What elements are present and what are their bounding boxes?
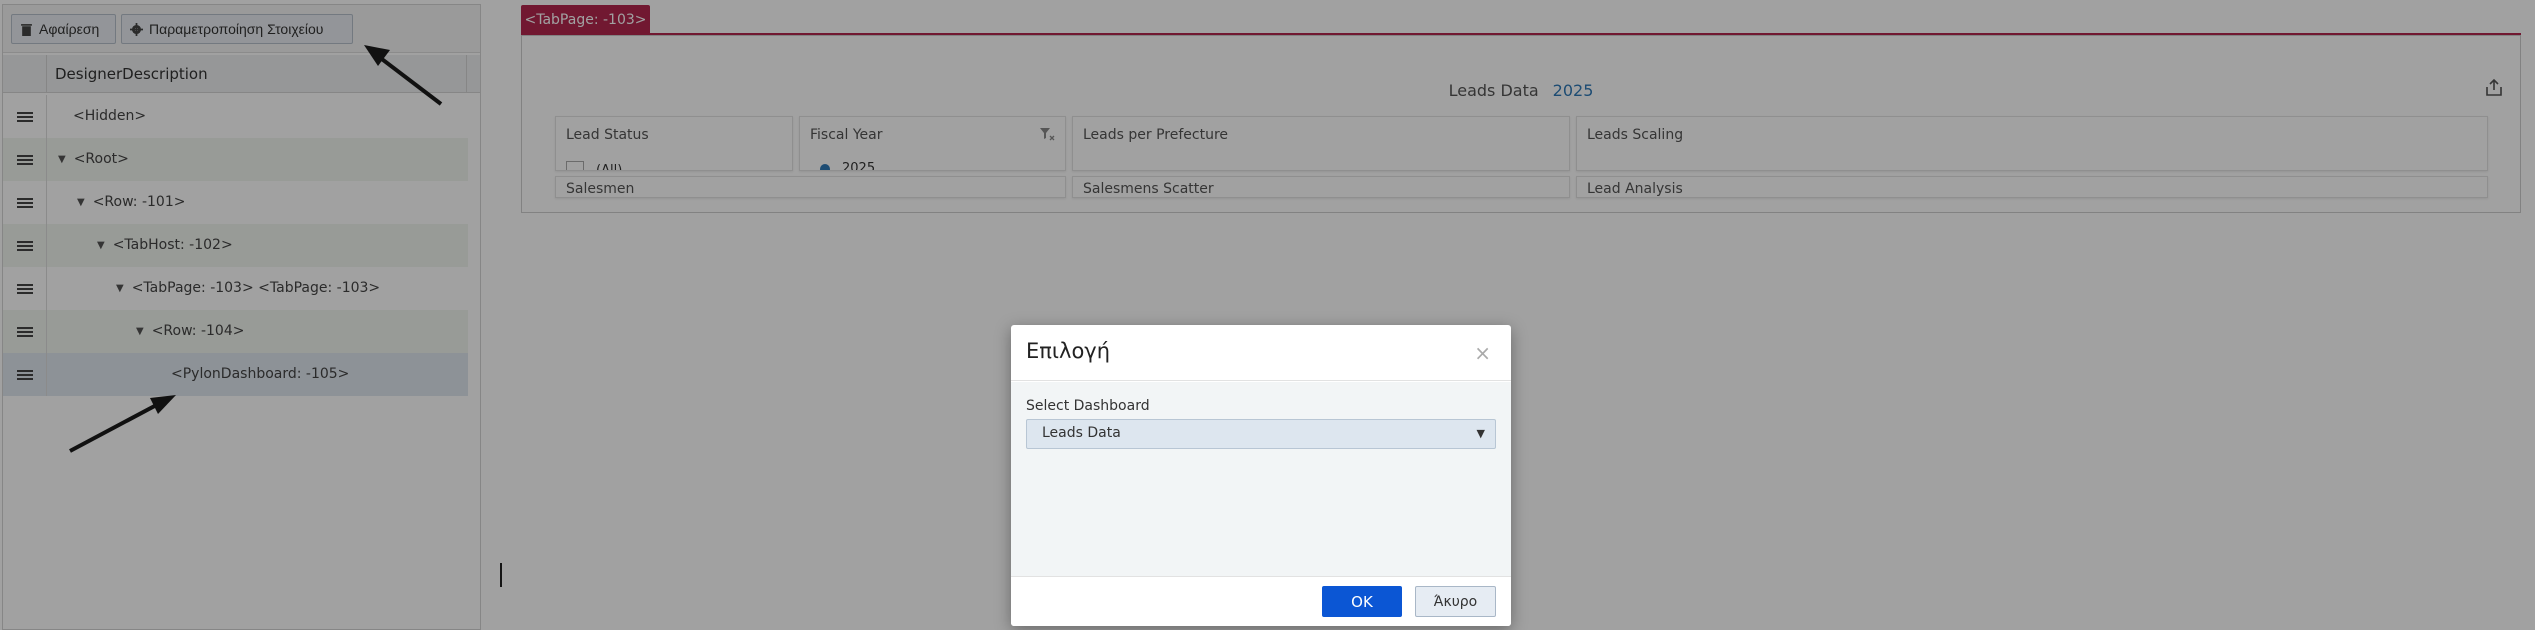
dialog-body: Select Dashboard Leads Data ▼ xyxy=(1011,382,1511,576)
cancel-button[interactable]: Άκυρο xyxy=(1415,586,1496,617)
dialog-title: Επιλογή xyxy=(1026,339,1111,363)
dialog-footer: OK Άκυρο xyxy=(1011,576,1511,626)
dialog-header: Επιλογή × xyxy=(1011,325,1511,381)
dropdown-arrow-icon[interactable]: ▼ xyxy=(1477,427,1485,440)
close-icon[interactable]: × xyxy=(1474,341,1491,365)
dashboard-select[interactable]: Leads Data ▼ xyxy=(1026,419,1496,449)
dashboard-select-value: Leads Data xyxy=(1042,425,1121,441)
ok-button[interactable]: OK xyxy=(1322,586,1402,617)
select-dashboard-dialog: Επιλογή × Select Dashboard Leads Data ▼ … xyxy=(1011,325,1511,626)
select-dashboard-label: Select Dashboard xyxy=(1026,398,1150,414)
